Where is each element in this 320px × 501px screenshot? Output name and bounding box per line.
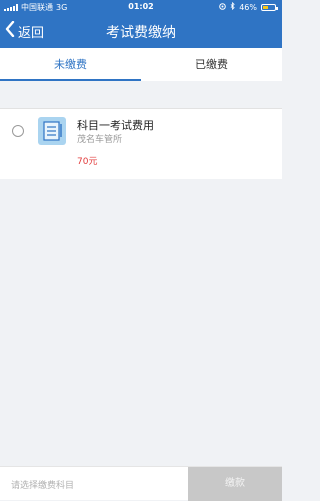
document-list-icon	[38, 117, 66, 145]
status-bar: 中国联通 3G 01:02 46%	[0, 0, 282, 14]
select-radio[interactable]	[12, 125, 24, 137]
battery-icon	[261, 3, 278, 11]
bluetooth-icon	[230, 1, 235, 12]
fee-item-subtitle: 茂名车管所	[77, 135, 123, 145]
fee-item-title: 科目一考试费用	[77, 119, 154, 132]
tab-unpaid[interactable]: 未缴费	[0, 48, 141, 81]
pay-button[interactable]: 缴款	[188, 467, 282, 501]
fee-item-price: 70元	[77, 157, 98, 167]
battery-percent: 46%	[239, 2, 257, 12]
fee-tabs: 未缴费 已缴费	[0, 48, 282, 81]
tab-paid[interactable]: 已缴费	[141, 48, 282, 81]
page-title: 考试费缴纳	[106, 25, 176, 41]
bottom-bar: 请选择缴费科目 缴款	[0, 466, 282, 501]
selection-placeholder: 请选择缴费科目	[11, 481, 75, 491]
orientation-lock-icon	[219, 2, 227, 12]
